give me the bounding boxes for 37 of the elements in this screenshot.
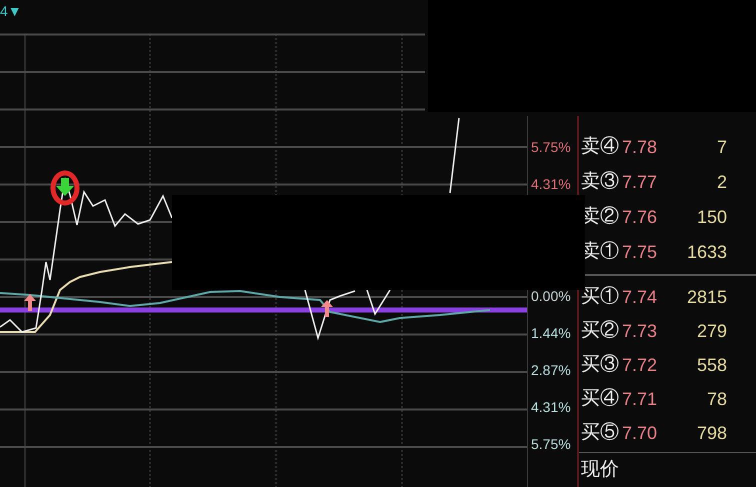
buy-signal-icon	[321, 300, 333, 317]
order-volume: 2	[716, 171, 727, 194]
period-label[interactable]: 4▼	[0, 4, 22, 18]
axis-label: 5.75%	[531, 138, 571, 157]
order-price: 7.74	[620, 286, 657, 308]
axis-label: 5.75%	[531, 435, 571, 454]
order-level-label: 卖③	[580, 170, 619, 194]
order-volume: 78	[706, 388, 727, 410]
order-volume: 1633	[686, 241, 727, 264]
order-level-label: 买⑤	[580, 420, 619, 445]
order-volume: 7	[716, 136, 727, 159]
order-price: 7.71	[620, 388, 657, 410]
order-level-label: 买①	[580, 284, 619, 309]
order-volume: 2815	[686, 286, 727, 308]
order-level-label: 买④	[580, 386, 619, 411]
order-price: 7.73	[620, 320, 657, 342]
axis-label: 4.31%	[531, 175, 571, 194]
buy-signal-icon	[24, 294, 36, 311]
order-volume: 150	[696, 206, 727, 229]
order-level-label: 买③	[580, 352, 619, 377]
sell-signal-icon	[50, 170, 80, 206]
axis-label: 4.31%	[531, 398, 571, 417]
order-price: 7.76	[620, 206, 657, 229]
order-price: 7.78	[620, 136, 657, 159]
order-price: 7.77	[620, 171, 657, 194]
axis-label: 2.87%	[531, 361, 571, 380]
order-price: 7.70	[620, 422, 657, 444]
axis-label: 1.44%	[531, 324, 571, 343]
order-price: 7.72	[620, 354, 657, 376]
order-volume: 798	[696, 422, 727, 444]
order-volume: 558	[696, 354, 727, 376]
order-volume: 279	[696, 320, 727, 342]
order-level-label: 买②	[580, 318, 619, 343]
order-level-label: 卖④	[580, 135, 619, 160]
current-price-label: 现价	[581, 458, 619, 482]
axis-label: 0.00%	[531, 287, 571, 306]
order-price: 7.75	[620, 241, 657, 264]
